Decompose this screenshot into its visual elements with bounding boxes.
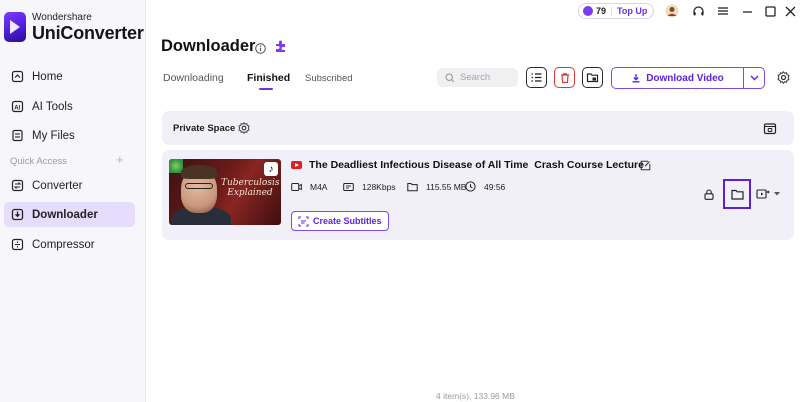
sidebar-item-home[interactable]: Home — [4, 64, 135, 89]
open-folder-button[interactable] — [723, 179, 751, 209]
sidebar-item-label: AI Tools — [32, 100, 73, 113]
video-thumbnail[interactable]: Tuberculosis Explained ♪ — [169, 159, 281, 225]
credits-count: 79 — [596, 6, 607, 16]
add-quick-access-icon[interactable]: + — [116, 152, 124, 167]
files-icon — [10, 129, 24, 143]
close-icon[interactable] — [782, 3, 798, 19]
folder-open-icon — [730, 189, 744, 200]
home-icon — [10, 70, 24, 84]
status-bar-summary: 4 item(s), 133.96 MB — [436, 391, 515, 401]
brand-company: Wondershare — [32, 11, 92, 23]
audio-format-icon — [291, 181, 302, 192]
duration-value: 49:56 — [484, 181, 506, 192]
folder-add-icon — [586, 73, 599, 83]
tab-subscribed[interactable]: Subscribed — [305, 73, 353, 84]
maximize-icon[interactable] — [762, 3, 778, 19]
subtitles-icon — [298, 216, 309, 226]
add-to-button[interactable] — [756, 188, 781, 200]
active-tab-indicator — [259, 88, 273, 90]
trash-icon — [560, 72, 569, 83]
music-note-icon: ♪ — [264, 162, 278, 176]
private-space-lock-box-icon[interactable] — [762, 120, 778, 136]
converter-icon — [10, 179, 24, 193]
delete-button[interactable] — [554, 67, 575, 88]
top-up-button[interactable]: Top Up — [617, 6, 647, 16]
svg-text:AI: AI — [14, 106, 20, 112]
list-icon — [531, 73, 542, 82]
credit-coin-icon — [583, 6, 593, 16]
format-value: M4A — [310, 181, 328, 192]
list-view-button[interactable] — [526, 67, 547, 88]
quick-access-label: Quick Access — [10, 156, 68, 167]
sidebar-item-ai-tools[interactable]: AI AI Tools — [4, 94, 135, 119]
caret-down-icon — [774, 192, 780, 196]
minimize-icon[interactable] — [739, 3, 755, 19]
clock-icon — [465, 181, 476, 192]
menu-icon[interactable] — [715, 3, 731, 19]
search-icon — [445, 72, 455, 82]
search-input[interactable] — [460, 72, 515, 83]
sidebar: Wondershare UniConverter Home AI AI Tool… — [0, 0, 146, 402]
search-box[interactable] — [437, 68, 518, 87]
compressor-icon — [10, 238, 24, 252]
sidebar-item-converter[interactable]: Converter — [4, 173, 135, 198]
duration-meta: 49:56 — [465, 181, 505, 192]
sidebar-item-label: Downloader — [32, 208, 98, 221]
gear-icon — [777, 71, 790, 84]
uniconverter-logo — [4, 12, 26, 42]
sidebar-item-downloader[interactable]: Downloader — [4, 202, 135, 227]
create-subtitles-label: Create Subtitles — [313, 216, 382, 226]
chevron-down-icon — [750, 75, 758, 81]
brand: Wondershare UniConverter — [4, 12, 144, 42]
download-options-dropdown[interactable] — [744, 68, 764, 88]
thumbnail-caption: Tuberculosis Explained — [221, 178, 280, 198]
youtube-icon — [291, 161, 302, 169]
sidebar-item-label: Compressor — [32, 238, 95, 251]
bitrate-icon — [343, 181, 354, 192]
list-item[interactable]: Tuberculosis Explained ♪ The Deadliest I… — [162, 150, 794, 240]
folder-icon — [407, 181, 418, 192]
video-title: The Deadliest Infectious Disease of All … — [309, 159, 644, 171]
credits-badge[interactable]: 79 Top Up — [578, 3, 655, 19]
sidebar-item-label: Converter — [32, 179, 83, 192]
page-title: Downloader — [161, 37, 256, 55]
bitrate-meta: 128Kbps — [343, 181, 396, 192]
bitrate-value: 128Kbps — [362, 181, 396, 192]
avatar[interactable] — [664, 3, 680, 19]
sidebar-item-label: My Files — [32, 129, 75, 142]
download-video-main[interactable]: Download Video — [612, 68, 744, 88]
downloader-icon — [10, 208, 24, 222]
private-space-label: Private Space — [173, 123, 236, 134]
download-icon — [632, 74, 640, 83]
create-subtitles-button[interactable]: Create Subtitles — [291, 211, 389, 231]
format-meta: M4A — [291, 181, 327, 192]
private-space-settings-icon[interactable] — [237, 121, 251, 135]
lock-icon[interactable] — [703, 188, 715, 200]
headset-support-icon[interactable] — [690, 3, 706, 19]
tab-finished[interactable]: Finished — [247, 72, 290, 84]
info-icon[interactable] — [255, 41, 266, 54]
sidebar-item-compressor[interactable]: Compressor — [4, 232, 135, 257]
add-to-folder-button[interactable] — [582, 67, 603, 88]
sidebar-item-label: Home — [32, 70, 63, 83]
transfer-icon — [756, 189, 770, 199]
settings-button[interactable] — [776, 70, 791, 85]
ai-tools-icon: AI — [10, 100, 24, 114]
download-video-label: Download Video — [646, 72, 724, 84]
brand-app-name: UniConverter — [32, 22, 144, 43]
size-value: 115.55 MB — [426, 181, 467, 192]
sidebar-item-my-files[interactable]: My Files — [4, 123, 135, 148]
download-video-button[interactable]: Download Video — [611, 67, 765, 89]
private-space-bar: Private Space — [162, 111, 794, 145]
size-meta: 115.55 MB — [407, 181, 466, 192]
edit-title-icon[interactable] — [639, 159, 651, 171]
tab-downloading[interactable]: Downloading — [163, 72, 224, 84]
plugin-icon[interactable] — [273, 39, 288, 54]
